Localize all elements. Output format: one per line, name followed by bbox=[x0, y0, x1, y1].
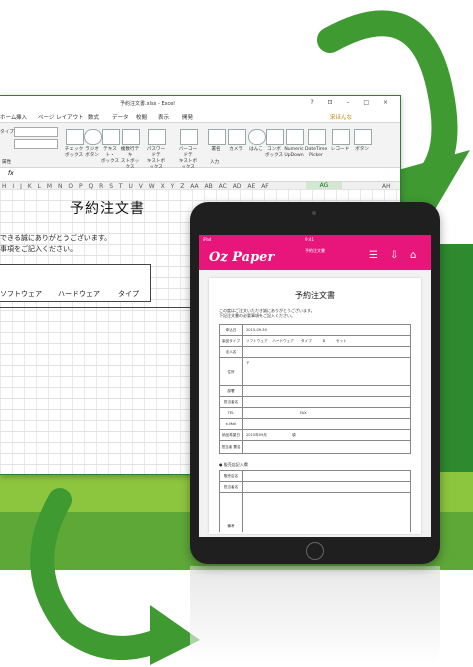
row-product-type[interactable]: 製品タイプ ソフトウェア ハードウェア タイプ B セット bbox=[219, 335, 411, 346]
document-page: 予約注文書 この度はご注文いただき誠にありがとうございます。 下記注文書の必要事… bbox=[209, 278, 421, 534]
row-label: 販売店名 bbox=[220, 471, 243, 481]
tab-home[interactable]: ホーム bbox=[0, 113, 16, 121]
home-icon[interactable]: ⌂ bbox=[410, 250, 416, 261]
row-label: 法人名 bbox=[220, 347, 243, 357]
row-label: TEL bbox=[220, 408, 243, 418]
tab-data[interactable]: データ bbox=[112, 113, 129, 121]
ribbon-numeric-label: Numeric UpDown bbox=[284, 147, 304, 158]
row-value: FAX bbox=[246, 411, 307, 415]
ribbon: タイプ 属性 チェック ボックス ラジオ ボタン テキスト・ ボックス 複数行テ… bbox=[0, 122, 400, 170]
row-label: 備考 bbox=[220, 493, 243, 532]
fx-icon: fx bbox=[8, 170, 14, 177]
row-dealer-name[interactable]: 販売店名 bbox=[219, 470, 411, 481]
record-icon[interactable] bbox=[332, 129, 350, 145]
form-lower bbox=[0, 307, 190, 468]
ribbon-tabs: ホーム 挿入 ページ レイアウト 数式 データ 校閲 表示 開発 宋ほんな bbox=[0, 110, 400, 122]
download-icon[interactable]: ⇩ bbox=[390, 250, 398, 261]
ribbon-type-label: タイプ bbox=[0, 130, 14, 135]
status-time: 9:41 bbox=[305, 237, 314, 242]
tab-formulas[interactable]: 数式 bbox=[88, 113, 99, 121]
row-label: 納品希望日 bbox=[220, 430, 243, 440]
app-logo: Oz Paper bbox=[209, 250, 275, 265]
ipad-device: iPad 9:41 Oz Paper 予約注文書 ☰ ⇩ ⌂ 予約注文書 この度… bbox=[190, 202, 440, 564]
type-field[interactable] bbox=[14, 139, 58, 149]
row-notes[interactable]: 備考 bbox=[219, 492, 411, 532]
type-select[interactable] bbox=[14, 127, 58, 137]
row-label: 部署 bbox=[220, 386, 243, 396]
row-signature[interactable]: 担当者 署名 bbox=[219, 440, 411, 454]
row-label: 担当者 署名 bbox=[220, 441, 243, 453]
ribbon-group-attributes: 属性 bbox=[2, 160, 12, 165]
ribbon-datetime-label: DateTime Picker bbox=[305, 147, 328, 158]
row-label: 住所 bbox=[220, 358, 243, 385]
header-hardware: ハードウェア bbox=[58, 290, 100, 298]
app-title: 予約注文書 bbox=[305, 248, 325, 253]
ribbon-camera-label: カメラ bbox=[229, 147, 243, 152]
row-delivery-date[interactable]: 納品希望日 2015年09月 頃 bbox=[219, 429, 411, 440]
button-icon[interactable] bbox=[354, 129, 372, 145]
row-label: 申込日 bbox=[220, 325, 243, 335]
numeric-updown-icon[interactable] bbox=[286, 129, 304, 145]
checkbox-icon[interactable] bbox=[66, 129, 84, 145]
user-name[interactable]: 宋ほんな bbox=[330, 113, 352, 121]
ribbon-group-input: 入力 bbox=[210, 160, 220, 165]
ribbon-record-label: レコード bbox=[330, 147, 350, 152]
signature-icon[interactable] bbox=[208, 129, 226, 145]
row-email[interactable]: e-Mail bbox=[219, 418, 411, 429]
tab-developer[interactable]: 開発 bbox=[182, 113, 193, 121]
ribbon-combobox-label: コンボ ボックス bbox=[264, 147, 284, 158]
ribbon-textbox-label: テキスト・ ボックス bbox=[100, 147, 120, 164]
textbox-icon[interactable] bbox=[102, 129, 120, 145]
camera-dot bbox=[312, 211, 316, 215]
row-value: 〒 bbox=[246, 361, 250, 365]
ribbon-signature-label: 署名 bbox=[211, 147, 221, 152]
app-bar: Oz Paper 予約注文書 ☰ ⇩ ⌂ bbox=[199, 244, 431, 270]
row-department[interactable]: 部署 bbox=[219, 385, 411, 396]
excel-titlebar: 予約注文書.xlsx - Excel ? ⊡ – □ × bbox=[0, 96, 400, 110]
row-tel-fax[interactable]: TEL FAX bbox=[219, 407, 411, 418]
row-company[interactable]: 法人名 bbox=[219, 346, 411, 357]
camera-icon[interactable] bbox=[228, 129, 246, 145]
combobox-icon[interactable] bbox=[266, 129, 284, 145]
row-value: 2015年09月 頃 bbox=[246, 433, 296, 437]
home-button[interactable] bbox=[306, 542, 324, 560]
row-label: 担当者名 bbox=[220, 397, 243, 407]
status-device: iPad bbox=[203, 237, 212, 242]
multiline-textbox-icon[interactable] bbox=[122, 129, 140, 145]
ipad-reflection bbox=[190, 566, 440, 666]
formula-bar[interactable]: fx bbox=[0, 168, 400, 182]
barcode-icon[interactable] bbox=[180, 129, 198, 145]
radio-icon[interactable] bbox=[84, 129, 102, 145]
status-bar: iPad 9:41 bbox=[199, 235, 431, 244]
list-icon[interactable]: ☰ bbox=[369, 250, 378, 261]
row-label: e-Mail bbox=[220, 419, 243, 429]
header-type: タイプ bbox=[118, 290, 139, 298]
row-order-date[interactable]: 申込日 2015-09-30 bbox=[219, 324, 411, 335]
row-value: 2015-09-30 bbox=[246, 328, 267, 332]
row-value: ソフトウェア ハードウェア タイプ B セット bbox=[246, 339, 347, 343]
stamp-icon[interactable] bbox=[248, 129, 266, 145]
tab-insert[interactable]: 挿入 bbox=[16, 113, 27, 121]
ribbon-button-label: ボタン bbox=[355, 147, 369, 152]
row-label: 製品タイプ bbox=[220, 336, 243, 346]
tab-review[interactable]: 校閲 bbox=[136, 113, 147, 121]
row-label: 担当者名 bbox=[220, 482, 243, 492]
window-controls[interactable]: ? ⊡ – □ × bbox=[310, 99, 394, 106]
datetime-picker-icon[interactable] bbox=[308, 129, 326, 145]
sheet-message-2: 事項をご記入ください。 bbox=[0, 245, 77, 253]
row-dealer-contact[interactable]: 担当者名 bbox=[219, 481, 411, 492]
row-contact-name[interactable]: 担当者名 bbox=[219, 396, 411, 407]
window-title: 予約注文書.xlsx - Excel bbox=[120, 101, 175, 107]
tab-view[interactable]: 表示 bbox=[158, 113, 169, 121]
sheet-message-1: できる誠にありがとうございます。 bbox=[0, 234, 112, 242]
sheet-title: 予約注文書 bbox=[70, 201, 145, 217]
row-address[interactable]: 住所〒 bbox=[219, 357, 411, 385]
section-dealer: ● 販売店記入欄 bbox=[219, 462, 248, 467]
document-message-2: 下記注文書の必要事項をご記入ください。 bbox=[219, 313, 295, 318]
header-software: ソフトウェア bbox=[0, 290, 42, 298]
tab-page-layout[interactable]: ページ レイアウト bbox=[38, 113, 84, 121]
ipad-screen: iPad 9:41 Oz Paper 予約注文書 ☰ ⇩ ⌂ 予約注文書 この度… bbox=[199, 235, 431, 537]
document-title: 予約注文書 bbox=[295, 291, 335, 300]
password-icon[interactable] bbox=[148, 129, 166, 145]
